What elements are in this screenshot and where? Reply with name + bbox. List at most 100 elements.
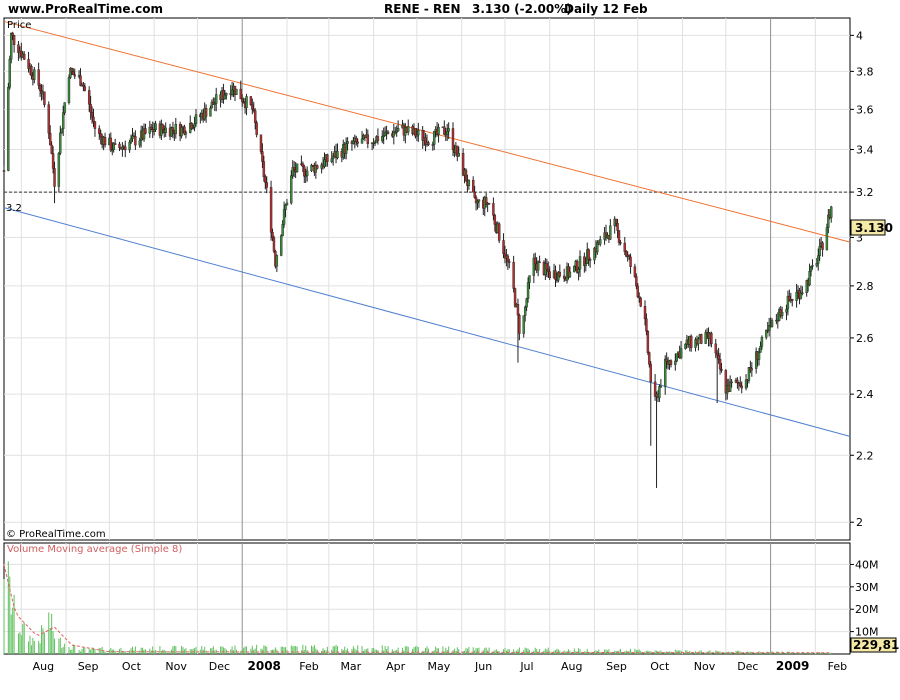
candle-body <box>239 88 242 100</box>
candle-body <box>113 143 117 145</box>
candle-body <box>144 128 147 134</box>
candle-body <box>811 265 814 267</box>
candle-body <box>33 69 36 80</box>
candle-body <box>665 358 668 362</box>
candle-body <box>70 68 74 72</box>
candle-body <box>700 334 703 344</box>
candle-body <box>7 86 10 171</box>
candle-body <box>791 299 794 301</box>
candle-body <box>562 275 566 279</box>
candle-body <box>376 136 380 142</box>
last-price-value: 3.130 <box>855 221 893 235</box>
time-tick-label: 2008 <box>248 659 281 673</box>
time-tick-label: May <box>428 660 451 673</box>
candle-body <box>336 150 339 159</box>
candle-body <box>584 263 588 266</box>
candle-body <box>573 265 576 273</box>
price-tick-label: 2.4 <box>856 388 874 401</box>
candle-body <box>386 131 390 134</box>
candle-body <box>204 108 208 117</box>
candle-body <box>447 128 450 132</box>
time-tick-label: Feb <box>299 660 318 673</box>
candle-body <box>83 86 87 91</box>
volume-panel-label: Volume Moving average (Simple 8) <box>7 544 182 555</box>
candle-body <box>161 124 165 130</box>
candle-body <box>59 132 62 154</box>
candle-body <box>674 360 677 365</box>
candle-body <box>82 84 85 87</box>
candle-body <box>261 151 264 162</box>
candle-body <box>72 71 75 75</box>
candle-body <box>43 91 46 105</box>
time-tick-label: Aug <box>33 660 54 673</box>
time-tick-label: Sep <box>606 660 627 673</box>
price-panel-label: Price <box>7 20 31 31</box>
candle-body <box>90 112 94 118</box>
candle-body <box>817 255 820 264</box>
reference-level-label: 3.2 <box>6 203 22 214</box>
candle-body <box>658 386 661 398</box>
candle-body <box>53 168 56 187</box>
candle-body <box>73 74 76 77</box>
candle-body <box>381 136 384 142</box>
candle-body <box>292 167 296 170</box>
price-tick-label: 3.2 <box>856 186 874 199</box>
candle-body <box>262 161 266 178</box>
candle-body <box>730 381 733 384</box>
candle-body <box>245 96 248 108</box>
time-tick-label: Feb <box>828 660 847 673</box>
candle-body <box>649 364 652 383</box>
candle-body <box>477 199 481 202</box>
candle-body <box>525 298 528 308</box>
price-panel <box>3 17 851 541</box>
candle-body <box>51 153 55 169</box>
candle-body <box>360 138 364 144</box>
time-tick-label: Jul <box>519 660 533 673</box>
price-tick-label: 2 <box>856 516 863 529</box>
candle-body <box>93 121 97 129</box>
candle-body <box>736 379 739 383</box>
candle-body <box>269 187 273 233</box>
candle-body <box>648 352 651 365</box>
volume-tick-label: 20M <box>855 603 879 616</box>
time-tick-label: Dec <box>209 660 230 673</box>
time-tick-label: Mar <box>340 660 361 673</box>
candle-body <box>659 386 663 388</box>
candle-body <box>252 109 255 111</box>
candle-body <box>554 270 557 280</box>
candle-body <box>795 291 798 301</box>
candle-body <box>284 204 287 210</box>
candle-body <box>715 352 719 356</box>
candle-body <box>464 169 468 182</box>
candle-body <box>629 256 632 267</box>
candle-body <box>704 332 707 344</box>
candle-body <box>61 112 65 130</box>
candle-body <box>92 116 95 122</box>
price-tick-label: 2.8 <box>856 280 874 293</box>
candle-body <box>48 132 52 146</box>
candle-body <box>645 318 648 332</box>
time-tick-label: Nov <box>694 660 716 673</box>
candle-body <box>443 126 446 135</box>
price-chart[interactable]: 22.22.42.62.833.23.43.63.84 10M20M30M40M… <box>0 0 900 700</box>
candle-body <box>506 255 510 262</box>
candle-body <box>714 343 717 354</box>
candle-body <box>780 312 784 316</box>
candle-body <box>639 297 642 307</box>
candle-body <box>396 127 400 132</box>
candle-body <box>47 104 50 134</box>
volume-panel <box>3 542 851 655</box>
candle-body <box>281 224 284 236</box>
candle-body <box>523 306 527 316</box>
candle-body <box>689 335 693 348</box>
candle-body <box>633 266 637 277</box>
candle-body <box>512 262 515 289</box>
candle-body <box>346 141 349 144</box>
candle-body <box>492 203 495 216</box>
candle-body <box>152 129 156 132</box>
last-volume-value: 229,815 <box>853 638 900 652</box>
candle-body <box>10 32 13 60</box>
candle-body <box>128 141 131 151</box>
candle-body <box>209 107 212 117</box>
candle-body <box>323 159 326 167</box>
